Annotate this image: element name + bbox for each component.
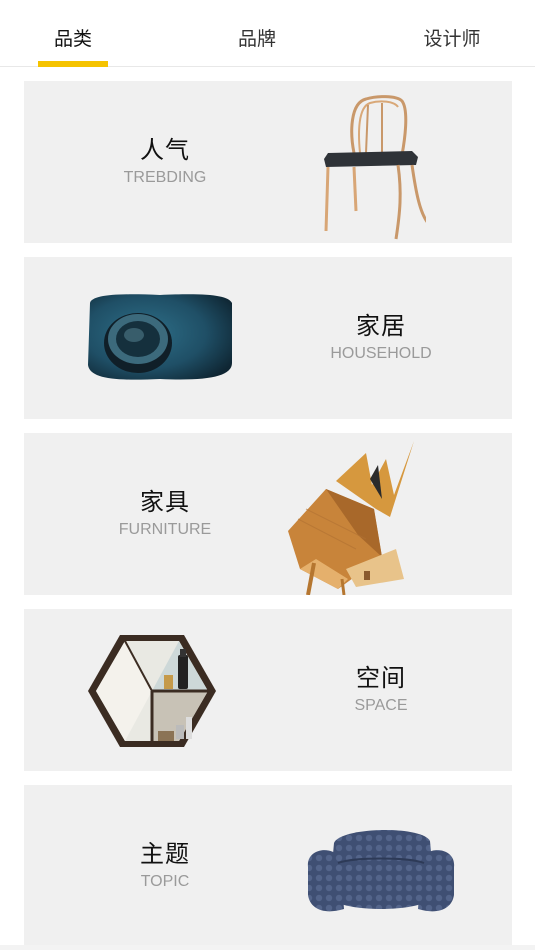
category-label: 家具 FURNITURE <box>70 433 260 595</box>
tab-designer[interactable]: 设计师 <box>410 0 494 67</box>
category-label: 人气 TREBDING <box>70 81 260 243</box>
category-title: 家居 <box>356 312 406 340</box>
category-card-space[interactable]: 空间 SPACE <box>24 609 512 771</box>
category-title: 主题 <box>140 840 190 868</box>
category-title: 家具 <box>140 488 190 516</box>
tab-category[interactable]: 品类 <box>32 0 114 67</box>
quilted-armchair-image <box>304 823 458 917</box>
category-label: 家居 HOUSEHOLD <box>286 257 476 419</box>
category-subtitle: HOUSEHOLD <box>330 345 432 362</box>
category-card-trending[interactable]: 人气 TREBDING <box>24 81 512 243</box>
category-card-topic[interactable]: 主题 TOPIC <box>24 785 512 947</box>
category-subtitle: TREBDING <box>123 169 207 186</box>
category-label: 主题 TOPIC <box>70 785 260 947</box>
wooden-chair-image <box>316 93 426 243</box>
category-card-furniture[interactable]: 家具 FURNITURE <box>24 433 512 595</box>
hexagon-shelf-image <box>86 633 218 749</box>
category-tab-bar: 品类 品牌 设计师 <box>0 0 535 67</box>
category-title: 人气 <box>140 136 190 164</box>
active-tab-indicator <box>38 61 108 67</box>
category-label: 空间 SPACE <box>286 609 476 771</box>
bottom-divider <box>0 945 535 950</box>
category-subtitle: SPACE <box>354 697 408 714</box>
category-title: 空间 <box>356 664 406 692</box>
tab-brand[interactable]: 品牌 <box>215 0 299 67</box>
category-subtitle: FURNITURE <box>118 521 212 538</box>
geometric-wood-cabinet-image <box>286 439 416 595</box>
blue-ceramic-tray-image <box>86 293 234 383</box>
category-card-household[interactable]: 家居 HOUSEHOLD <box>24 257 512 419</box>
category-subtitle: TOPIC <box>140 873 190 890</box>
